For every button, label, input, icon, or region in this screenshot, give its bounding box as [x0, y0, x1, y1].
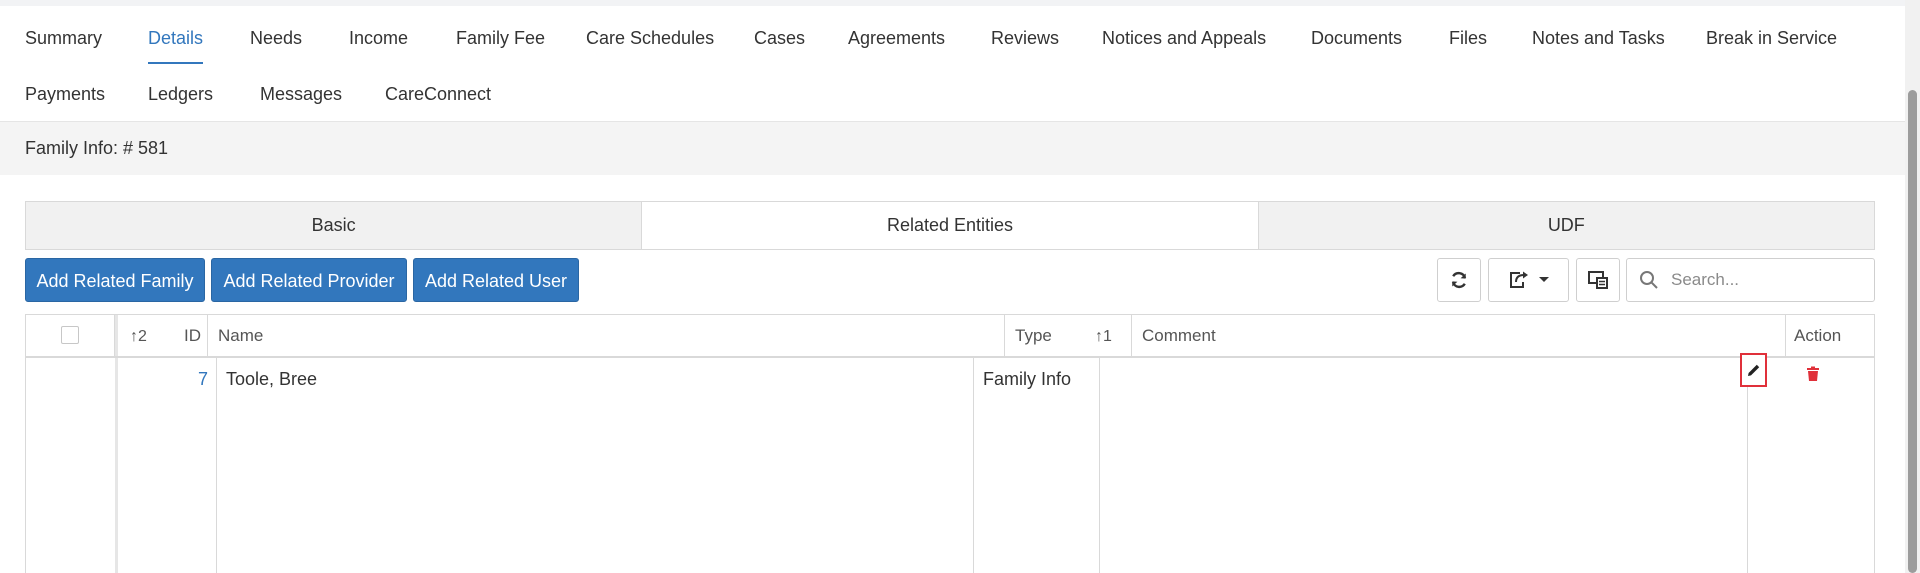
- refresh-button[interactable]: [1437, 258, 1481, 302]
- search-input[interactable]: [1669, 269, 1863, 291]
- export-icon: [1509, 271, 1528, 288]
- nav-details[interactable]: Details: [148, 10, 204, 66]
- caret-down-icon: [1538, 277, 1549, 282]
- nav-summary[interactable]: Summary: [25, 10, 102, 66]
- column-line: [216, 358, 217, 573]
- row-type: Family Info: [983, 369, 1072, 389]
- row-name: Toole, Bree: [226, 369, 318, 389]
- row-id-link[interactable]: 7: [176, 359, 208, 399]
- related-entities-table: ↑2 ID Name Type ↑1 Comment Action 7 Tool…: [25, 314, 1875, 573]
- nav-notices-and-appeals[interactable]: Notices and Appeals: [1102, 10, 1266, 66]
- nav-family-fee[interactable]: Family Fee: [456, 10, 545, 66]
- edit-button[interactable]: [1740, 353, 1767, 387]
- search-box: [1626, 258, 1875, 302]
- family-header: Family Info: # 581: [0, 122, 1905, 175]
- column-line: [973, 358, 974, 573]
- export-dropdown-button[interactable]: [1488, 258, 1569, 302]
- scrollbar-thumb[interactable]: [1908, 90, 1917, 573]
- pencil-icon: [1747, 364, 1759, 376]
- column-action: Action: [1794, 326, 1842, 345]
- tab-related-entities[interactable]: Related Entities: [642, 202, 1259, 249]
- add-related-family-button[interactable]: Add Related Family: [25, 258, 205, 302]
- column-line: [1747, 358, 1748, 573]
- sub-tabs: Basic Related Entities UDF: [25, 201, 1875, 250]
- table-header: ↑2 ID Name Type ↑1 Comment Action: [26, 315, 1874, 358]
- select-all-checkbox[interactable]: [61, 326, 79, 344]
- nav-reviews[interactable]: Reviews: [991, 10, 1059, 66]
- page-title: Family Info: # 581: [25, 138, 169, 158]
- sort-rank-type: 1: [1103, 328, 1112, 345]
- nav-payments[interactable]: Payments: [25, 66, 105, 122]
- nav-files[interactable]: Files: [1449, 10, 1487, 66]
- tab-basic[interactable]: Basic: [26, 202, 643, 249]
- delete-button[interactable]: [1806, 366, 1820, 387]
- column-name[interactable]: Name: [208, 315, 1005, 356]
- columns-icon: [1588, 271, 1608, 289]
- trash-icon: [1807, 366, 1819, 381]
- nav-break-in-service[interactable]: Break in Service: [1706, 10, 1837, 66]
- nav-cases[interactable]: Cases: [754, 10, 805, 66]
- column-line: [1099, 358, 1100, 573]
- nav-agreements[interactable]: Agreements: [848, 10, 945, 66]
- row-gutter: [115, 358, 118, 573]
- search-icon: [1640, 271, 1658, 289]
- sort-arrow-icon: ↑: [1095, 328, 1103, 345]
- sort-arrow-icon: ↑: [130, 328, 138, 345]
- nav-careconnect[interactable]: CareConnect: [385, 66, 491, 122]
- add-related-provider-button[interactable]: Add Related Provider: [211, 258, 407, 302]
- sort-order-type: ↑1: [1070, 315, 1132, 356]
- nav-care-schedules[interactable]: Care Schedules: [586, 10, 714, 66]
- nav-row-1: Summary Details Needs Income Family Fee …: [0, 10, 1905, 66]
- nav-messages[interactable]: Messages: [260, 66, 342, 122]
- sort-order-id: ↑2: [118, 315, 178, 356]
- add-related-user-button[interactable]: Add Related User: [413, 258, 579, 302]
- column-id[interactable]: ID: [178, 315, 208, 356]
- nav-notes-and-tasks[interactable]: Notes and Tasks: [1532, 10, 1665, 66]
- columns-button[interactable]: [1576, 258, 1620, 302]
- sort-rank-id: 2: [138, 328, 147, 345]
- top-shade: [0, 0, 1905, 6]
- nav-row-2: Payments Ledgers Messages CareConnect: [0, 66, 1905, 122]
- refresh-icon: [1451, 272, 1467, 288]
- nav-ledgers[interactable]: Ledgers: [148, 66, 213, 122]
- nav-documents[interactable]: Documents: [1311, 10, 1402, 66]
- nav-income[interactable]: Income: [349, 10, 408, 66]
- select-all-cell: [26, 315, 115, 356]
- nav-needs[interactable]: Needs: [250, 10, 302, 66]
- tab-udf[interactable]: UDF: [1258, 202, 1874, 249]
- column-comment[interactable]: Comment: [1132, 315, 1786, 356]
